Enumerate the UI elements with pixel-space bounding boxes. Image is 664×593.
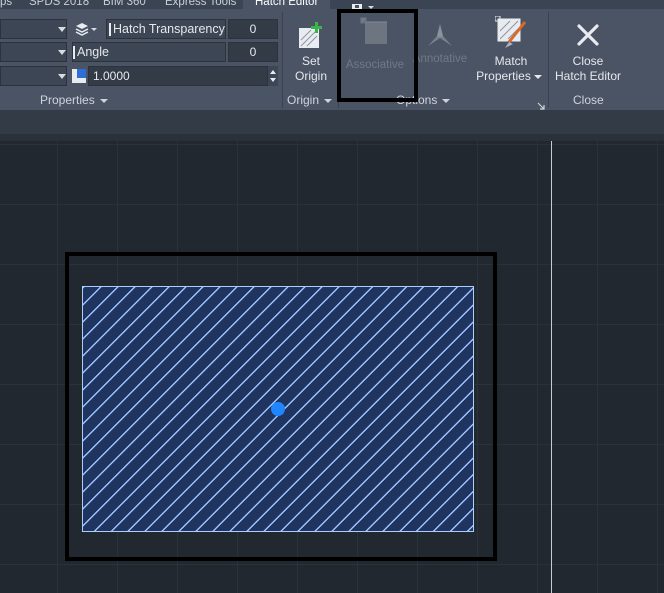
- ribbon-divider: [0, 134, 664, 141]
- tab-express-tools[interactable]: Express Tools: [165, 0, 236, 9]
- ribbon-lower-strip: [0, 110, 664, 134]
- crosshair-cursor-line: [551, 141, 552, 593]
- properties-panel-title[interactable]: Properties: [40, 92, 108, 108]
- scale-value: 1.0000: [93, 69, 130, 83]
- scale-row: 1.0000: [72, 66, 278, 86]
- transparency-value-input[interactable]: 0: [228, 19, 278, 39]
- hatch-transparency-row: Hatch Transparency 0: [72, 19, 278, 39]
- tab-partial[interactable]: ps: [0, 0, 12, 9]
- angle-slider[interactable]: Angle: [72, 42, 226, 62]
- workspace-dropdown-icon[interactable]: [350, 0, 378, 9]
- hatch-grip[interactable]: [271, 402, 285, 416]
- match-properties-button[interactable]: Match Properties: [476, 14, 546, 84]
- transparency-label: Hatch Transparency: [113, 22, 225, 36]
- background-color-dropdown[interactable]: [0, 42, 67, 62]
- match-properties-icon: [494, 15, 527, 50]
- scale-icon: [72, 69, 86, 88]
- separator: [282, 12, 283, 108]
- set-origin-button[interactable]: Set Origin: [288, 14, 334, 84]
- ribbon-tab-bar: ps SPDS 2018 BIM 360 Express Tools Hatch…: [0, 0, 664, 9]
- annotative-icon: [424, 20, 456, 50]
- tab-hatch-editor[interactable]: Hatch Editor: [243, 0, 331, 9]
- separator: [548, 12, 549, 108]
- layer-dropdown[interactable]: [0, 66, 67, 86]
- origin-panel-title[interactable]: Origin: [287, 92, 333, 108]
- angle-label: Angle: [77, 45, 109, 59]
- transparency-type-dropdown[interactable]: Hatch Transparency: [106, 19, 226, 39]
- tab-bim360[interactable]: BIM 360: [103, 0, 146, 9]
- transparency-icon[interactable]: [74, 21, 98, 42]
- angle-value-input[interactable]: 0: [228, 42, 278, 62]
- scale-spinner[interactable]: [268, 66, 278, 86]
- angle-row: Angle 0: [72, 42, 278, 62]
- tab-spds[interactable]: SPDS 2018: [29, 0, 89, 9]
- associative-highlight-box: [337, 9, 418, 102]
- close-icon: [572, 22, 604, 50]
- scale-value-input[interactable]: 1.0000: [88, 66, 268, 86]
- hatch-color-dropdown[interactable]: [0, 19, 67, 39]
- close-hatch-editor-button[interactable]: Close Hatch Editor: [552, 14, 624, 84]
- set-origin-icon: [295, 20, 327, 52]
- close-panel-title: Close: [573, 93, 604, 107]
